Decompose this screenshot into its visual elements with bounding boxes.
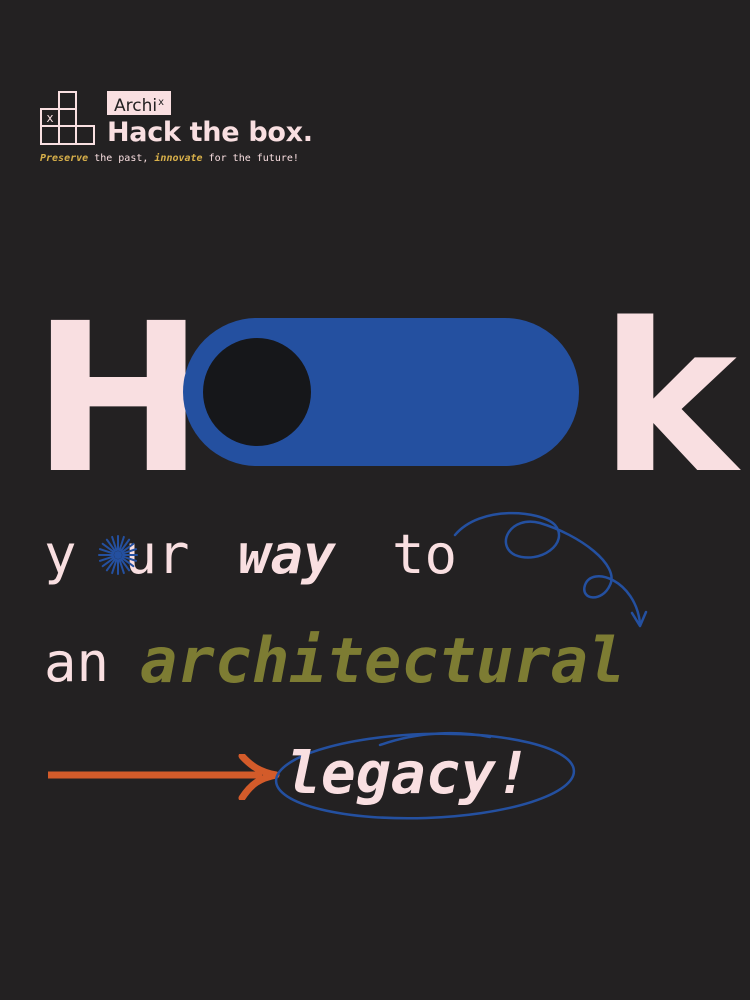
box-grid-logo-icon: x	[40, 90, 96, 150]
tagline-part4: for the future!	[202, 153, 299, 164]
headline-letter-h: H	[32, 279, 205, 519]
toggle-switch[interactable]	[183, 318, 579, 466]
tagline-preserve: Preserve	[40, 153, 89, 164]
word-way: way	[238, 523, 336, 586]
brand-badge: Archix	[107, 91, 172, 116]
word-legacy: legacy!	[286, 739, 531, 807]
tagline-innovate: innovate	[154, 153, 203, 164]
brand-title: Hack the box.	[107, 117, 313, 148]
word-architectural: architectural	[140, 624, 626, 697]
toggle-knob[interactable]	[203, 338, 311, 446]
tagline-part2: the past,	[88, 153, 155, 164]
headline-letter-k: k	[600, 279, 737, 519]
logo-mark-letter: x	[46, 111, 53, 125]
brand-badge-text: Archi	[114, 96, 158, 116]
starburst-icon	[96, 533, 140, 581]
long-arrow-icon	[46, 752, 282, 804]
brand-tagline: Preserve the past, innovate for the futu…	[40, 153, 299, 164]
word-your-y: y	[44, 523, 77, 586]
brand-badge-sup: x	[158, 97, 165, 108]
word-an: an	[44, 631, 110, 694]
